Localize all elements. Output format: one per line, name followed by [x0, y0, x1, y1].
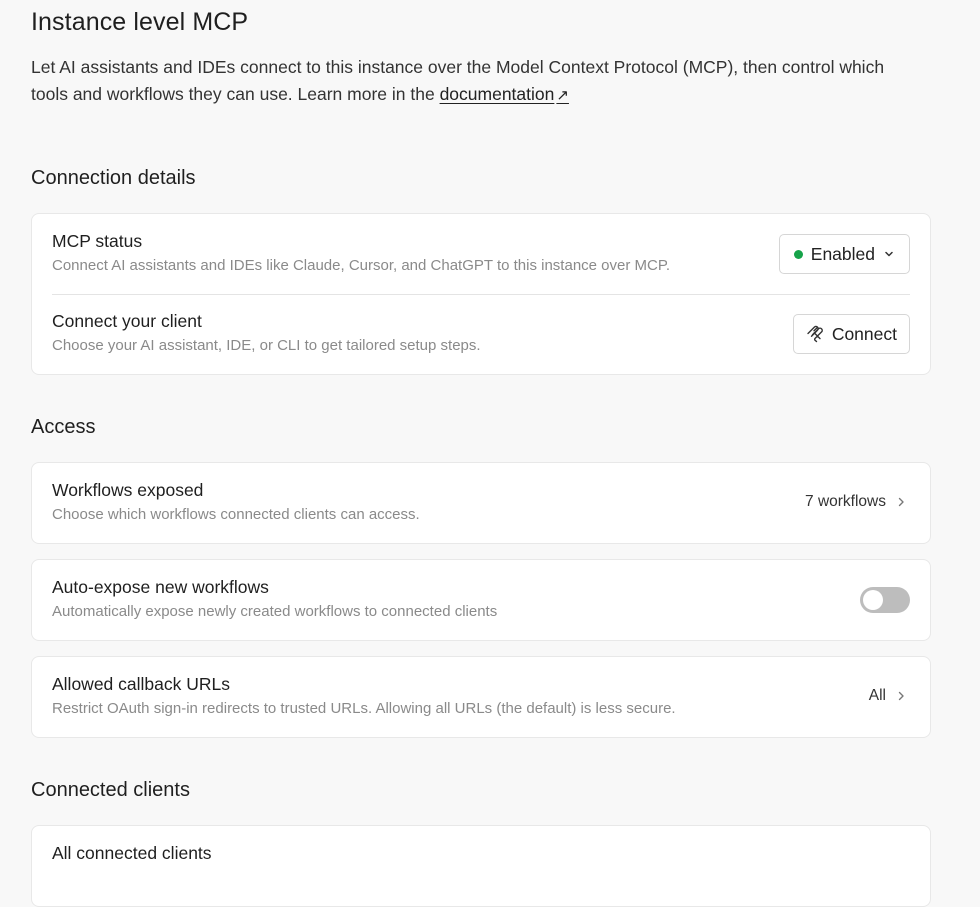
connect-client-subtitle: Choose your AI assistant, IDE, or CLI to…	[52, 337, 481, 354]
all-clients-card[interactable]: All connected clients	[31, 825, 931, 907]
workflows-exposed-card[interactable]: Workflows exposed Choose which workflows…	[31, 462, 931, 544]
callback-urls-value: All	[868, 687, 886, 704]
mcp-status-title: MCP status	[52, 231, 143, 251]
callback-urls-subtitle: Restrict OAuth sign-in redirects to trus…	[52, 700, 676, 717]
all-clients-row: All connected clients	[32, 826, 930, 906]
workflows-exposed-value: 7 workflows	[805, 493, 886, 510]
workflows-exposed-link[interactable]: 7 workflows	[805, 493, 906, 511]
connect-button-label: Connect	[831, 323, 897, 344]
mcp-status-dropdown[interactable]: Enabled	[778, 234, 910, 274]
connect-client-row: Connect your client Choose your AI assis…	[32, 294, 930, 374]
workflows-exposed-title: Workflows exposed	[52, 480, 204, 500]
documentation-link[interactable]: documentation ↗	[440, 84, 569, 104]
all-clients-title: All connected clients	[52, 843, 212, 863]
mcp-status-subtitle: Connect AI assistants and IDEs like Clau…	[52, 257, 671, 274]
mcp-status-value: Enabled	[810, 243, 875, 264]
section-title-connected-clients: Connected clients	[31, 779, 190, 801]
callback-urls-card[interactable]: Allowed callback URLs Restrict OAuth sig…	[31, 656, 931, 738]
connection-details-card: MCP status Connect AI assistants and IDE…	[31, 213, 931, 375]
chevron-right-icon	[898, 691, 904, 701]
workflows-exposed-row: Workflows exposed Choose which workflows…	[32, 463, 930, 543]
documentation-link-label: documentation	[439, 84, 555, 104]
auto-expose-title: Auto-expose new workflows	[52, 577, 269, 597]
auto-expose-card: Auto-expose new workflows Automatically …	[31, 559, 931, 641]
chevron-right-icon	[898, 497, 904, 507]
callback-urls-link[interactable]: All	[869, 687, 906, 705]
auto-expose-subtitle: Automatically expose newly created workf…	[52, 603, 498, 620]
toggle-knob	[863, 590, 883, 610]
section-title-access: Access	[31, 416, 96, 438]
mcp-status-row: MCP status Connect AI assistants and IDE…	[32, 214, 930, 294]
callback-urls-title: Allowed callback URLs	[52, 674, 230, 694]
callback-urls-row: Allowed callback URLs Restrict OAuth sig…	[32, 657, 930, 737]
external-link-icon: ↗	[556, 87, 569, 104]
chevron-down-icon	[885, 251, 893, 257]
status-dot	[793, 249, 803, 259]
connect-client-title: Connect your client	[52, 311, 202, 331]
page-description: Let AI assistants and IDEs connect to th…	[31, 54, 921, 109]
mcp-logo-icon	[807, 325, 823, 343]
auto-expose-row: Auto-expose new workflows Automatically …	[32, 560, 930, 640]
auto-expose-toggle[interactable]	[860, 587, 910, 613]
workflows-exposed-subtitle: Choose which workflows connected clients…	[52, 506, 420, 523]
page-title: Instance level MCP	[31, 8, 249, 36]
section-title-connection-details: Connection details	[31, 167, 196, 189]
connect-button[interactable]: Connect	[792, 314, 910, 354]
